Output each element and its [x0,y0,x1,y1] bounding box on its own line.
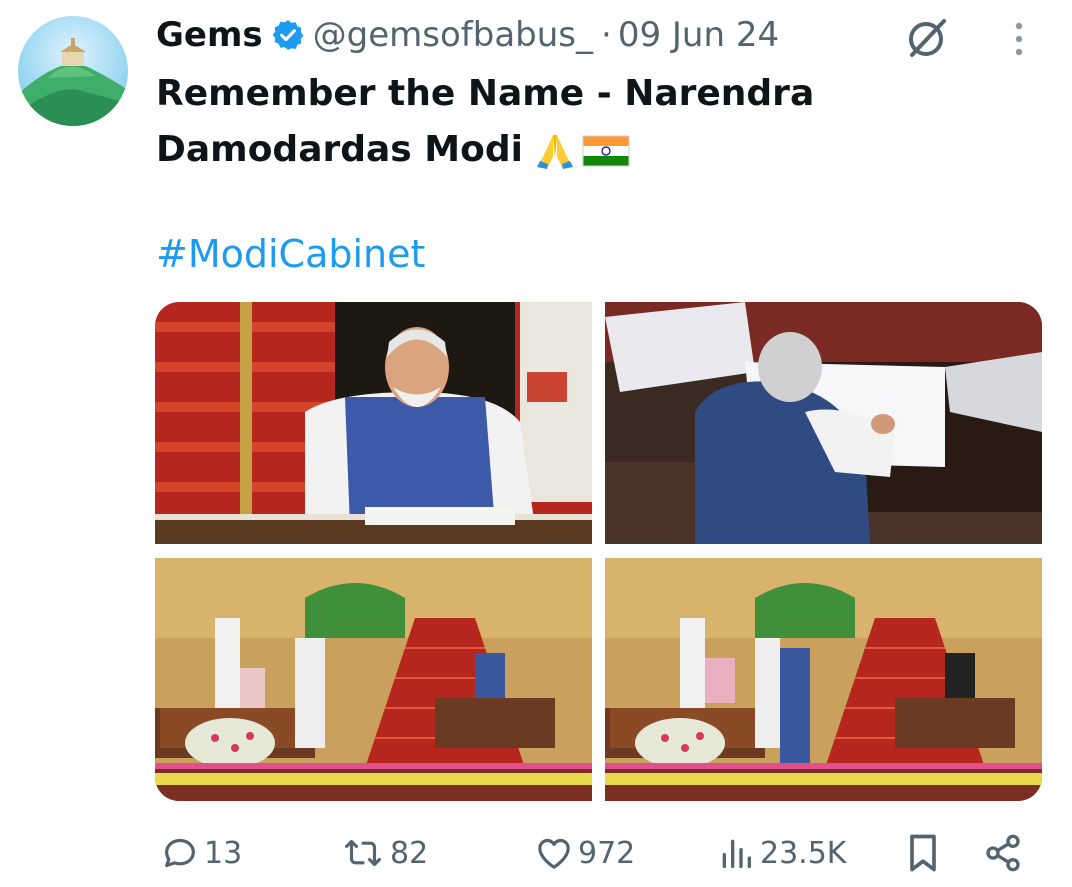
post-header: Gems @gemsofbabus_ · 09 Jun 24 [156,14,779,56]
repost-icon [345,839,381,867]
photo-4[interactable] [605,558,1042,801]
share-button[interactable] [983,828,1023,878]
like-icon [538,838,570,869]
media-grid [155,302,1042,801]
post-text: Remember the Name - Narendra Damodardas … [156,66,876,178]
post-text-line-2: Damodardas Modi [156,122,876,178]
share-icon [986,834,1020,872]
post-date[interactable]: 09 Jun 24 [618,15,779,55]
author-handle[interactable]: @gemsofbabus_ [313,15,593,55]
repost-button[interactable]: 82 [340,828,428,878]
action-bar: 13 82 972 23.5K [0,828,1072,878]
more-icon[interactable] [1004,18,1034,62]
reply-button[interactable]: 13 [160,828,242,878]
separator: · [601,15,612,55]
folded-hands-emoji [536,135,573,169]
photo-2[interactable] [605,302,1042,544]
photo-1[interactable] [155,302,592,544]
hashtag-link[interactable]: #ModiCabinet [156,232,425,276]
photo-3[interactable] [155,558,592,801]
views-button[interactable]: 23.5K [716,828,846,878]
views-count: 23.5K [760,835,847,871]
bookmark-icon [910,834,936,872]
reply-icon [165,838,195,868]
author-name[interactable]: Gems [156,15,263,55]
grok-icon[interactable] [904,15,952,59]
india-flag-emoji [582,135,630,167]
views-icon [722,839,751,868]
repost-count: 82 [390,835,429,871]
bookmark-button[interactable] [904,828,942,878]
post-text-line-1: Remember the Name - Narendra [156,73,815,114]
like-button[interactable]: 972 [534,828,635,878]
reply-count: 13 [204,835,243,871]
verified-badge-icon [272,20,304,50]
avatar[interactable] [18,16,128,126]
like-count: 972 [578,835,636,871]
post-text-line-2-text: Damodardas Modi [156,129,523,170]
